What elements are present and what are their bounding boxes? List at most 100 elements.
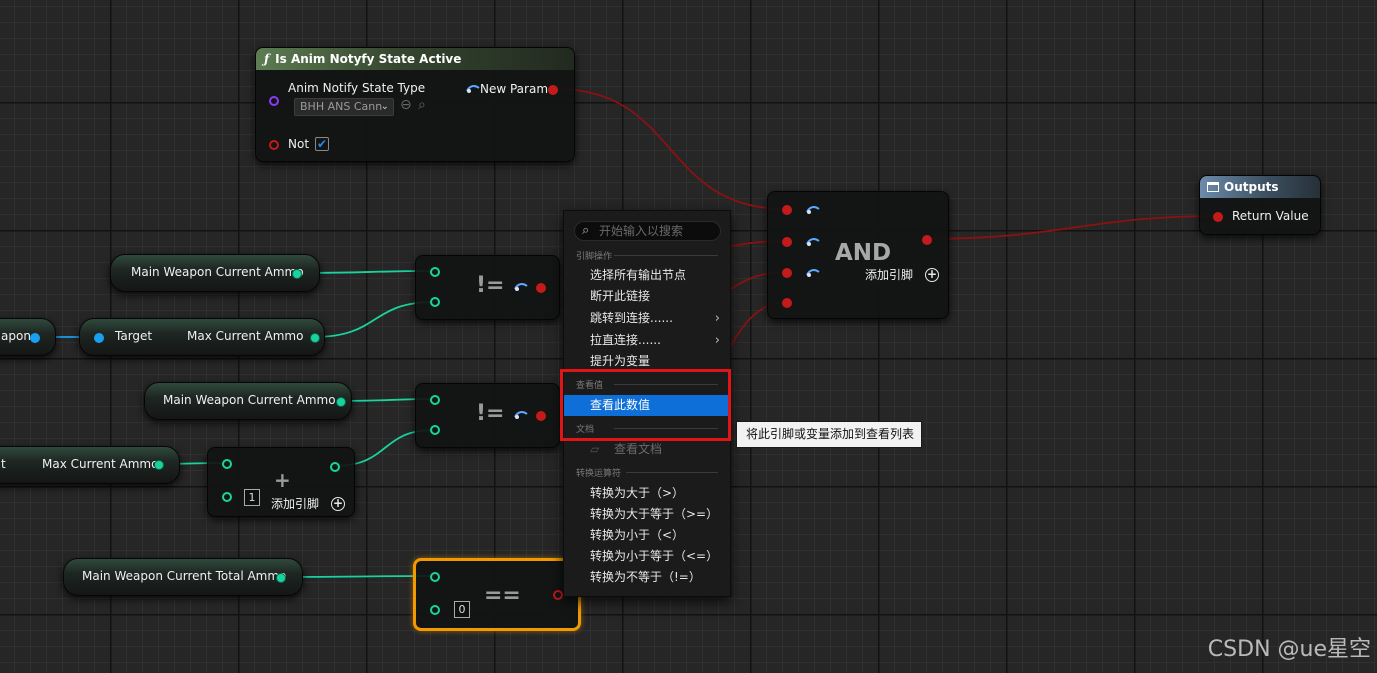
menu-item-label: 转换为小于（<） [590, 528, 685, 542]
divider [614, 384, 718, 385]
output-pin[interactable] [154, 460, 164, 470]
target-label: t [1, 457, 6, 471]
not-label: Not [288, 137, 310, 151]
and-label: AND [835, 240, 892, 266]
menu-item-promote-to-variable[interactable]: 提升为变量 [564, 351, 730, 372]
input-pin-a[interactable] [782, 205, 792, 215]
weapon-variable-node[interactable]: apon [0, 318, 56, 356]
input-b-value[interactable]: 0 [454, 601, 470, 618]
output-pin[interactable] [30, 333, 40, 343]
input-a-pin[interactable] [430, 395, 440, 405]
menu-item-view-docs[interactable]: ▱ 查看文档 [564, 439, 730, 460]
input-b-pin[interactable] [430, 425, 440, 435]
main-weapon-current-total-ammo-node[interactable]: Main Weapon Current Total Ammo [63, 558, 303, 596]
boolean-type-icon [514, 283, 528, 291]
pin-context-menu[interactable]: ⌕ 引脚操作 选择所有输出节点 断开此链接 跳转到连接...... › 拉直连接.… [563, 210, 731, 597]
input-a-pin[interactable] [430, 572, 440, 582]
and-node[interactable]: AND 添加引脚 + [767, 191, 949, 319]
add-pin-icon[interactable]: + [925, 268, 939, 282]
return-node-icon [1207, 182, 1219, 192]
input-b-value[interactable]: 1 [244, 489, 260, 506]
operator-symbol: != [476, 273, 505, 298]
operator-symbol: != [476, 401, 505, 426]
anim-notify-state-type-pin[interactable] [269, 96, 279, 106]
section-label: 查看值 [576, 381, 604, 391]
menu-item-convert-less-equal[interactable]: 转换为小于等于（<=） [564, 546, 730, 567]
not-equal-node-1[interactable]: != [415, 255, 560, 320]
search-input[interactable] [599, 223, 714, 239]
divider [614, 255, 718, 256]
browse-asset-icon[interactable]: ⌕ [418, 97, 426, 113]
wire-total-to-eq [279, 575, 435, 578]
input-b-pin[interactable] [222, 492, 232, 502]
input-b-pin[interactable] [430, 605, 440, 615]
variable-type-icon [466, 85, 480, 93]
anim-notify-state-dropdown[interactable]: BHH ANS Cann ⌄ [294, 98, 394, 116]
node-header: Outputs [1200, 176, 1320, 198]
menu-item-convert-not-equal[interactable]: 转换为不等于（!=） [564, 567, 730, 588]
new-param-output-pin[interactable] [548, 85, 558, 95]
menu-item-break-link[interactable]: 断开此链接 [564, 286, 730, 307]
variable-label: apon [1, 329, 31, 343]
node-header: ƒ Is Anim Notyfy State Active [256, 48, 574, 70]
operator-symbol: == [484, 583, 521, 608]
menu-search-box[interactable]: ⌕ [574, 221, 721, 241]
boolean-type-icon [806, 269, 820, 277]
boolean-type-icon [514, 411, 528, 419]
main-weapon-current-ammo-node[interactable]: Main Weapon Current Ammo [110, 254, 320, 292]
menu-item-convert-less[interactable]: 转换为小于（<） [564, 525, 730, 546]
menu-item-label: 转换为大于（>） [590, 486, 685, 500]
output-pin[interactable] [292, 269, 302, 279]
menu-item-jump-to-connection[interactable]: 跳转到连接...... › [564, 308, 730, 329]
return-value-pin[interactable] [1213, 212, 1223, 222]
input-a-pin[interactable] [222, 459, 232, 469]
wire-new-param-to-and [555, 88, 787, 210]
output-pin[interactable] [336, 397, 346, 407]
get-max-current-ammo-node[interactable]: Target Max Current Ammo [79, 318, 325, 356]
output-pin[interactable] [922, 235, 932, 245]
menu-item-select-all-output[interactable]: 选择所有输出节点 [564, 265, 730, 286]
section-convert: 转换运算符 [576, 466, 718, 479]
not-pin[interactable] [269, 140, 279, 150]
wire-and-to-return [925, 215, 1219, 240]
get-max-current-ammo-node-2[interactable]: t Max Current Ammo [0, 446, 180, 484]
outputs-node[interactable]: Outputs Return Value [1199, 175, 1321, 235]
node-title: Outputs [1224, 180, 1279, 194]
chevron-right-icon: › [714, 333, 720, 348]
boolean-type-icon [806, 238, 820, 246]
output-pin[interactable] [276, 573, 286, 583]
menu-item-label: 转换为大于等于（>=） [590, 507, 719, 521]
divider [614, 428, 718, 429]
equal-node[interactable]: 0 == [413, 558, 581, 631]
not-checkbox[interactable]: ✔ [315, 137, 329, 151]
section-docs: 文档 [576, 422, 718, 435]
variable-label: Main Weapon Current Ammo [131, 265, 304, 279]
add-node[interactable]: 1 + 添加引脚 + [207, 447, 355, 517]
output-pin[interactable] [310, 333, 320, 343]
input-a-pin[interactable] [430, 267, 440, 277]
menu-item-tooltip: 将此引脚或变量添加到查看列表 [736, 421, 922, 448]
anim-notify-state-type-label: Anim Notify State Type [288, 81, 426, 95]
menu-item-convert-greater[interactable]: 转换为大于（>） [564, 483, 730, 504]
operator-symbol: + [274, 468, 291, 492]
main-weapon-current-ammo-node-2[interactable]: Main Weapon Current Ammo [144, 382, 352, 420]
add-pin-label: 添加引脚 [271, 497, 320, 511]
target-input-pin[interactable] [94, 333, 104, 343]
output-pin[interactable] [330, 462, 340, 472]
watermark: CSDN @ue星空 [1207, 637, 1371, 662]
input-pin-d[interactable] [782, 298, 792, 308]
output-pin[interactable] [536, 411, 546, 421]
input-pin-c[interactable] [782, 268, 792, 278]
is-anim-notify-state-active-node[interactable]: ƒ Is Anim Notyfy State Active Anim Notify… [255, 47, 575, 162]
menu-item-straighten-connection[interactable]: 拉直连接...... › [564, 330, 730, 351]
menu-item-convert-greater-equal[interactable]: 转换为大于等于（>=） [564, 504, 730, 525]
not-equal-node-2[interactable]: != [415, 383, 560, 448]
input-b-pin[interactable] [430, 297, 440, 307]
input-pin-b[interactable] [782, 237, 792, 247]
output-pin[interactable] [536, 283, 546, 293]
add-pin-icon[interactable]: + [331, 497, 345, 511]
chevron-right-icon: › [714, 311, 720, 326]
use-selected-asset-icon[interactable]: ⊖ [400, 97, 412, 113]
output-pin[interactable] [553, 590, 563, 600]
menu-item-watch-value[interactable]: 查看此数值 [564, 395, 730, 416]
